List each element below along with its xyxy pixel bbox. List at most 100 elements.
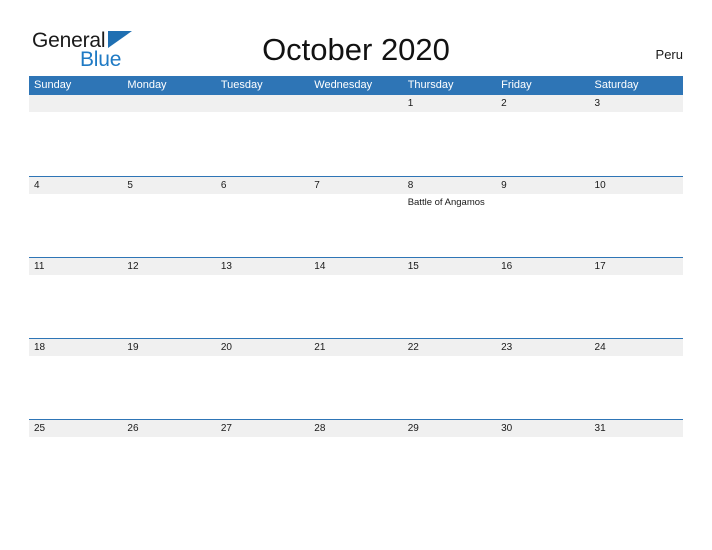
day-cell[interactable]: 8 Battle of Angamos — [402, 177, 497, 257]
day-cell[interactable]: 2 — [496, 95, 590, 176]
day-cell[interactable]: 31 — [589, 420, 683, 500]
week-row: 25 26 27 28 29 30 31 — [29, 419, 683, 500]
day-events — [122, 112, 215, 115]
day-events — [590, 112, 683, 115]
day-number: 23 — [496, 339, 590, 356]
day-number: 24 — [589, 339, 683, 356]
week-row: 11 12 13 14 15 16 17 — [29, 257, 683, 338]
day-number: 28 — [309, 420, 403, 437]
weekday-header-wednesday: Wednesday — [314, 79, 373, 91]
weekday-header-saturday: Saturday — [594, 79, 639, 91]
day-cell[interactable]: 25 — [29, 420, 123, 500]
event-label[interactable]: Battle of Angamos — [408, 197, 492, 209]
day-cell[interactable]: 10 — [589, 177, 683, 257]
day-cell[interactable]: 14 — [309, 258, 403, 338]
week-row: 4 5 6 7 8 Battle of Angamos 9 10 — [29, 176, 683, 257]
day-events — [590, 194, 683, 197]
week-row: 18 19 20 21 22 23 24 — [29, 338, 683, 419]
day-events — [216, 194, 309, 197]
day-number: 11 — [29, 258, 123, 275]
day-cell[interactable]: 27 — [215, 420, 310, 500]
day-cell[interactable]: 17 — [589, 258, 683, 338]
day-events — [403, 275, 496, 278]
calendar-page: General Blue October 2020 Peru Sunday Mo… — [0, 0, 712, 550]
day-number: 19 — [122, 339, 216, 356]
day-events — [122, 194, 215, 197]
day-number: 3 — [589, 95, 683, 112]
weekday-header-sunday: Sunday — [34, 79, 72, 91]
day-number: 30 — [496, 420, 590, 437]
day-cell[interactable]: 3 — [589, 95, 683, 176]
day-number: 20 — [215, 339, 310, 356]
day-events — [216, 356, 309, 359]
weekday-header-friday: Friday — [501, 79, 532, 91]
day-cell[interactable] — [215, 95, 310, 176]
country-label: Peru — [655, 47, 683, 62]
day-cell[interactable] — [309, 95, 403, 176]
day-cell[interactable]: 4 — [29, 177, 123, 257]
day-events — [403, 112, 496, 115]
day-events — [309, 275, 402, 278]
day-cell[interactable] — [122, 95, 216, 176]
day-events — [496, 112, 589, 115]
day-events — [496, 356, 589, 359]
day-cell[interactable]: 19 — [122, 339, 216, 419]
day-cell[interactable]: 28 — [309, 420, 403, 500]
day-events — [496, 437, 589, 440]
day-cell[interactable]: 7 — [309, 177, 403, 257]
day-events — [496, 194, 589, 197]
day-events: Battle of Angamos — [403, 194, 496, 209]
day-cell[interactable]: 30 — [496, 420, 590, 500]
day-cell[interactable]: 20 — [215, 339, 310, 419]
day-number: 17 — [589, 258, 683, 275]
day-number: 21 — [309, 339, 403, 356]
day-cell[interactable]: 29 — [402, 420, 497, 500]
day-cell[interactable]: 9 — [496, 177, 590, 257]
day-cell[interactable]: 13 — [215, 258, 310, 338]
page-header: General Blue October 2020 Peru — [0, 0, 712, 76]
day-number: 18 — [29, 339, 123, 356]
day-number: 10 — [589, 177, 683, 194]
day-events — [29, 275, 122, 278]
day-number: 5 — [122, 177, 216, 194]
weekday-header-tuesday: Tuesday — [220, 79, 263, 91]
page-title: October 2020 — [262, 32, 450, 67]
day-cell[interactable]: 6 — [215, 177, 310, 257]
day-number — [309, 95, 403, 112]
day-cell[interactable]: 12 — [122, 258, 216, 338]
weekday-header-row: Sunday Monday Tuesday Wednesday Thursday… — [29, 76, 683, 95]
day-number — [215, 95, 310, 112]
day-cell[interactable]: 1 — [402, 95, 497, 176]
day-cell[interactable]: 21 — [309, 339, 403, 419]
day-cell[interactable]: 15 — [402, 258, 497, 338]
day-events — [403, 437, 496, 440]
day-events — [590, 275, 683, 278]
day-number: 9 — [496, 177, 590, 194]
weekday-header-thursday: Thursday — [407, 79, 454, 91]
day-events — [29, 194, 122, 197]
day-cell[interactable]: 22 — [402, 339, 497, 419]
day-number — [122, 95, 216, 112]
day-events — [122, 275, 215, 278]
day-cell[interactable] — [29, 95, 123, 176]
week-row: 1 2 3 — [29, 95, 683, 176]
day-cell[interactable]: 11 — [29, 258, 123, 338]
day-number: 25 — [29, 420, 123, 437]
day-number: 16 — [496, 258, 590, 275]
day-cell[interactable]: 23 — [496, 339, 590, 419]
day-events — [590, 356, 683, 359]
day-cell[interactable]: 5 — [122, 177, 216, 257]
day-events — [496, 275, 589, 278]
day-events — [309, 356, 402, 359]
day-cell[interactable]: 16 — [496, 258, 590, 338]
day-number: 14 — [309, 258, 403, 275]
day-cell[interactable]: 26 — [122, 420, 216, 500]
day-number: 27 — [215, 420, 310, 437]
day-events — [122, 437, 215, 440]
day-cell[interactable]: 18 — [29, 339, 123, 419]
day-cell[interactable]: 24 — [589, 339, 683, 419]
day-events — [29, 112, 122, 115]
weekday-header-monday: Monday — [127, 79, 167, 91]
day-number: 22 — [402, 339, 497, 356]
day-events — [403, 356, 496, 359]
